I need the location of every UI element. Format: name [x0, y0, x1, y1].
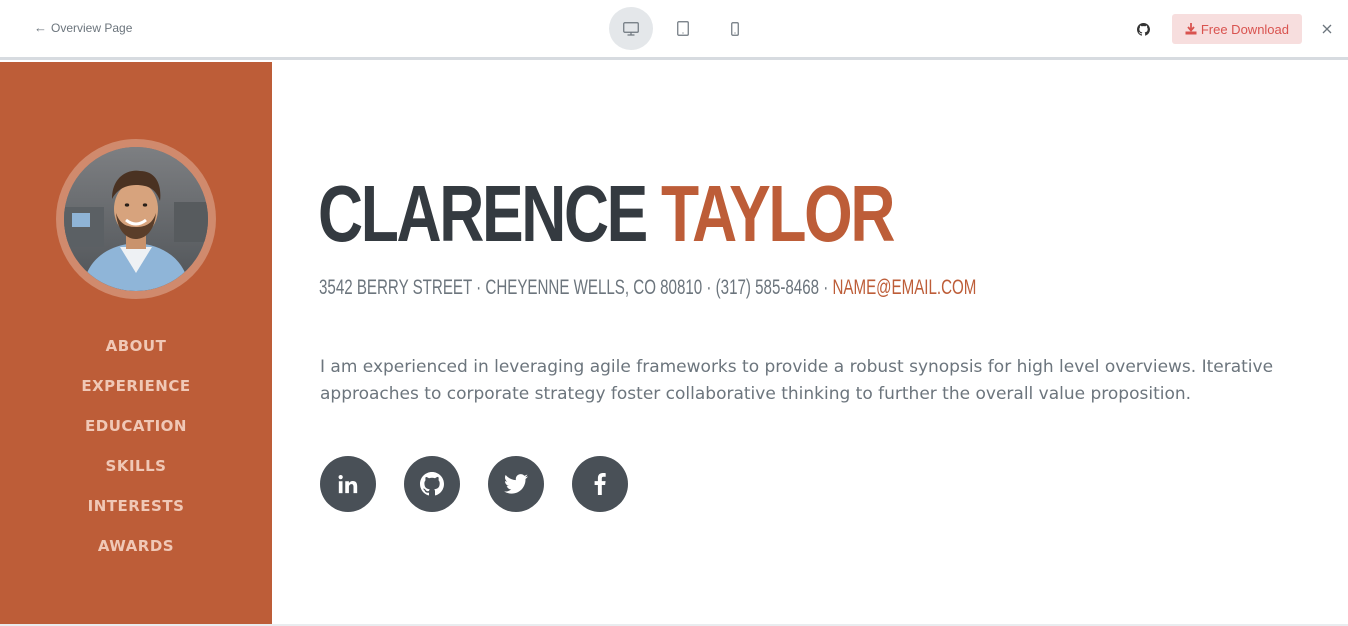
arrow-left-icon: ←	[34, 20, 47, 35]
topbar-right-tools: Free Download	[1136, 14, 1334, 44]
about-section: CLARENCE TAYLOR 3542 BERRY STREET · CHEY…	[272, 62, 1348, 624]
facebook-button[interactable]	[572, 456, 628, 512]
profile-avatar	[64, 147, 208, 291]
linkedin-button[interactable]	[320, 456, 376, 512]
tablet-icon	[677, 21, 689, 36]
close-icon	[1322, 24, 1332, 34]
close-button[interactable]	[1320, 22, 1334, 36]
nav-link-interests[interactable]: INTERESTS	[88, 497, 185, 515]
contact-address: 3542 BERRY STREET · CHEYENNE WELLS, CO 8…	[319, 276, 829, 299]
sidebar-nav: ABOUT EXPERIENCE EDUCATION SKILLS INTERE…	[0, 326, 272, 566]
nav-item-skills: SKILLS	[0, 446, 272, 486]
twitter-button[interactable]	[488, 456, 544, 512]
overview-page-link[interactable]: ← Overview Page	[34, 20, 132, 35]
tablet-view-button[interactable]	[661, 7, 705, 50]
nav-item-about: ABOUT	[0, 326, 272, 366]
download-icon	[1185, 23, 1197, 35]
overview-page-label: Overview Page	[51, 20, 133, 35]
nav-item-education: EDUCATION	[0, 406, 272, 446]
preview-topbar: ← Overview Page Free Download	[0, 0, 1348, 60]
mobile-icon	[731, 21, 739, 36]
nav-link-skills[interactable]: SKILLS	[106, 457, 167, 475]
device-switcher	[609, 7, 757, 50]
nav-item-interests: INTERESTS	[0, 486, 272, 526]
desktop-view-button[interactable]	[609, 7, 653, 50]
sidebar: ABOUT EXPERIENCE EDUCATION SKILLS INTERE…	[0, 62, 272, 626]
linkedin-icon	[338, 475, 358, 494]
profile-avatar-ring	[56, 139, 216, 299]
nav-item-awards: AWARDS	[0, 526, 272, 566]
contact-line: 3542 BERRY STREET · CHEYENNE WELLS, CO 8…	[319, 276, 976, 300]
nav-link-awards[interactable]: AWARDS	[98, 537, 174, 555]
github-icon	[420, 472, 444, 496]
github-icon	[1137, 22, 1151, 36]
about-lead: I am experienced in leveraging agile fra…	[320, 357, 1274, 404]
free-download-button[interactable]: Free Download	[1171, 14, 1302, 44]
social-icons	[320, 456, 628, 512]
desktop-icon	[623, 21, 639, 36]
github-top-button[interactable]	[1136, 21, 1152, 37]
mobile-view-button[interactable]	[713, 7, 757, 50]
last-name: TAYLOR	[660, 169, 895, 258]
email-link[interactable]: NAME@EMAIL.COM	[832, 276, 976, 299]
github-button[interactable]	[404, 456, 460, 512]
resume-name: CLARENCE TAYLOR	[318, 174, 895, 254]
free-download-label: Free Download	[1200, 21, 1289, 37]
first-name: CLARENCE	[318, 169, 648, 258]
profile-photo	[64, 147, 208, 291]
nav-link-about[interactable]: ABOUT	[106, 337, 167, 355]
nav-link-education[interactable]: EDUCATION	[85, 417, 187, 435]
nav-link-experience[interactable]: EXPERIENCE	[81, 377, 190, 395]
twitter-icon	[504, 474, 528, 494]
nav-item-experience: EXPERIENCE	[0, 366, 272, 406]
facebook-icon	[594, 473, 606, 495]
